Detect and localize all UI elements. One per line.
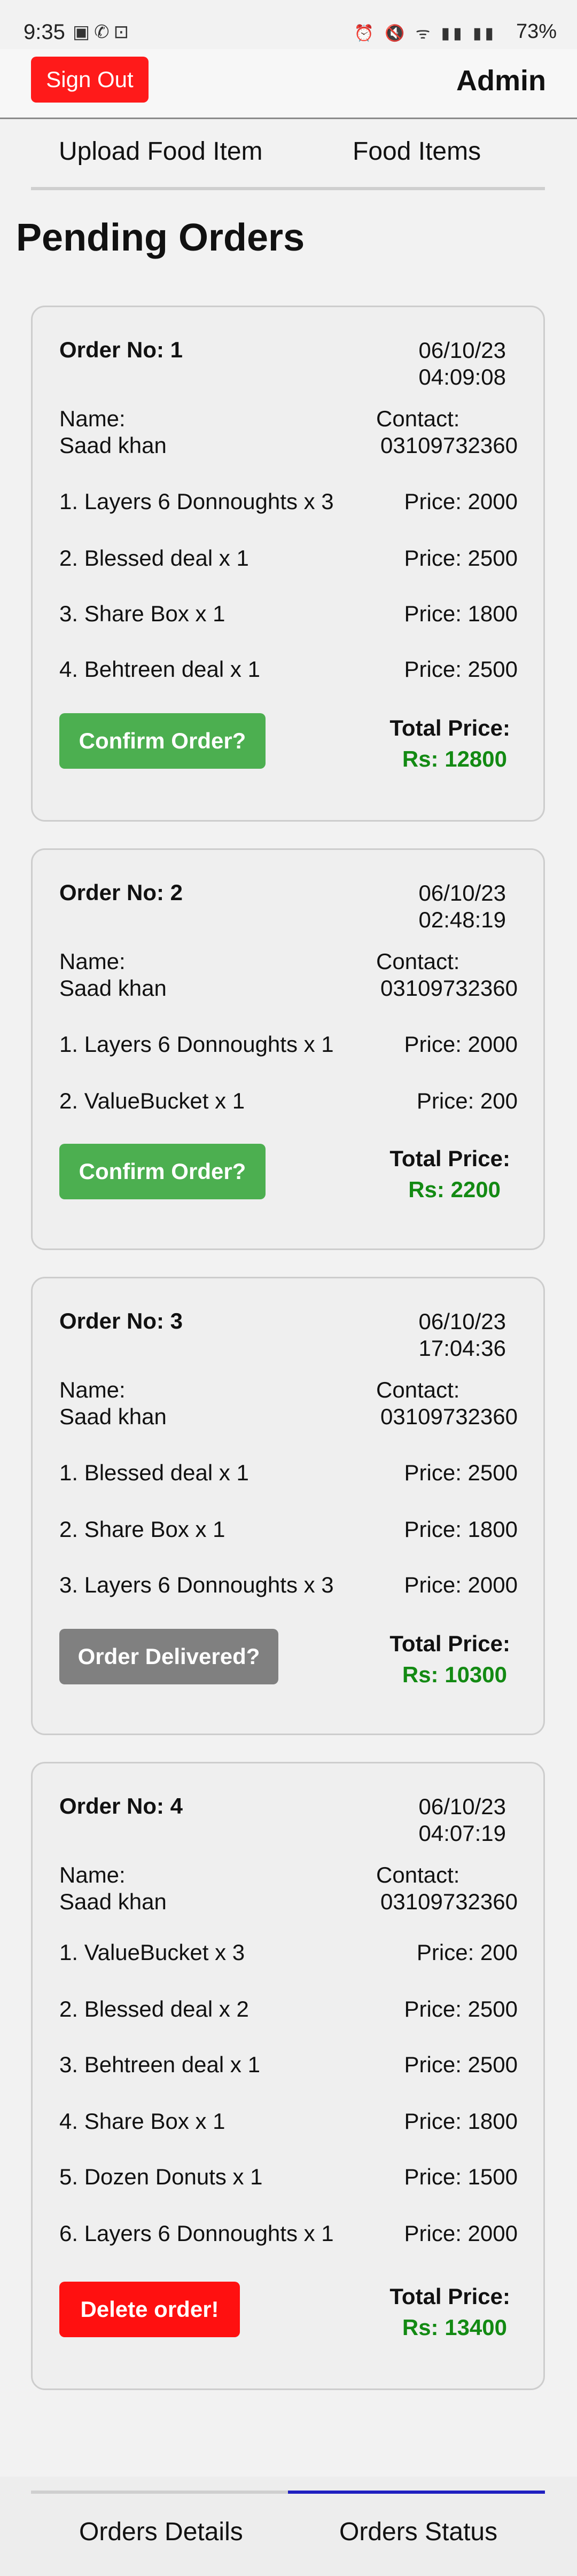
item-price: Price: 2500 bbox=[404, 545, 518, 571]
order-card: Order No: 1 06/10/23 04:09:08 Name: Saad k… bbox=[31, 306, 545, 822]
order-item: 1. Layers 6 Donnoughts x 1 bbox=[59, 1032, 334, 1057]
order-datetime: 06/10/23 17:04:36 bbox=[418, 1309, 506, 1361]
item-price: Price: 2500 bbox=[404, 1996, 518, 2021]
order-item: 5. Dozen Donuts x 1 bbox=[59, 2164, 263, 2189]
order-item: 2. Share Box x 1 bbox=[59, 1517, 225, 1542]
customer-name: Name: Saad khan bbox=[59, 406, 167, 458]
customer-name: Name: Saad khan bbox=[59, 1862, 167, 1914]
order-item: 1. ValueBucket x 3 bbox=[59, 1940, 245, 1965]
order-card: Order No: 3 06/10/23 17:04:36 Name: Saad k… bbox=[31, 1277, 545, 1735]
sign-out-button[interactable]: Sign Out bbox=[31, 57, 149, 103]
item-price: Price: 1500 bbox=[404, 2164, 518, 2189]
order-card: Order No: 4 06/10/23 04:07:19 Name: Saad k… bbox=[31, 1762, 545, 2390]
customer-contact: Contact: 03109732360 bbox=[376, 1862, 518, 1914]
page-title: Pending Orders bbox=[16, 216, 305, 259]
order-number: Order No: 4 bbox=[59, 1793, 183, 1818]
tab-orders-status[interactable]: Orders Status bbox=[339, 2517, 497, 2547]
order-item: 2. Blessed deal x 1 bbox=[59, 545, 249, 571]
order-item: 4. Share Box x 1 bbox=[59, 2109, 225, 2134]
confirm-order-button[interactable]: Confirm Order? bbox=[59, 713, 266, 769]
order-item: 3. Behtreen deal x 1 bbox=[59, 2052, 260, 2077]
total-price-value: Rs: 2200 bbox=[408, 1177, 501, 1202]
signal-icons: ⏰ 🔇 ᯤ ▮▮ ▮▮ bbox=[354, 25, 497, 42]
item-price: Price: 2500 bbox=[404, 657, 518, 682]
order-item: 3. Layers 6 Donnoughts x 3 bbox=[59, 1572, 334, 1597]
total-price-value: Rs: 13400 bbox=[402, 2315, 507, 2340]
order-item: 1. Layers 6 Donnoughts x 3 bbox=[59, 489, 334, 514]
customer-name: Name: Saad khan bbox=[59, 949, 167, 1001]
tab-indicator-active bbox=[288, 2491, 545, 2494]
item-price: Price: 1800 bbox=[404, 601, 518, 626]
total-price-label: Total Price: bbox=[389, 715, 510, 740]
item-price: Price: 2000 bbox=[404, 489, 518, 514]
order-card: Order No: 2 06/10/23 02:48:19 Name: Saad k… bbox=[31, 848, 545, 1250]
order-item: 2. ValueBucket x 1 bbox=[59, 1088, 245, 1113]
item-price: Price: 2500 bbox=[404, 2052, 518, 2077]
bottom-tabs: Orders Details Orders Status bbox=[0, 2477, 577, 2576]
customer-contact: Contact: 03109732360 bbox=[376, 406, 518, 458]
order-datetime: 06/10/23 04:07:19 bbox=[418, 1794, 506, 1846]
total-price-label: Total Price: bbox=[389, 2284, 510, 2309]
tab-indicator bbox=[31, 2491, 288, 2494]
status-time: 9:35 bbox=[24, 20, 65, 44]
order-delivered-button[interactable]: Order Delivered? bbox=[59, 1629, 278, 1684]
customer-name: Name: Saad khan bbox=[59, 1377, 167, 1429]
total-price-label: Total Price: bbox=[389, 1146, 510, 1171]
order-item: 2. Blessed deal x 2 bbox=[59, 1996, 249, 2021]
tab-food-items[interactable]: Food Items bbox=[353, 137, 481, 166]
battery-level: 73% bbox=[516, 20, 557, 43]
notification-icons: ▣✆⊡ bbox=[73, 22, 134, 42]
confirm-order-button[interactable]: Confirm Order? bbox=[59, 1144, 266, 1199]
item-price: Price: 1800 bbox=[404, 1517, 518, 1542]
tab-orders-details[interactable]: Orders Details bbox=[79, 2517, 243, 2547]
item-price: Price: 2000 bbox=[404, 2221, 518, 2246]
item-price: Price: 200 bbox=[416, 1088, 518, 1113]
order-number: Order No: 3 bbox=[59, 1308, 183, 1333]
order-datetime: 06/10/23 02:48:19 bbox=[418, 880, 506, 932]
delete-order-button[interactable]: Delete order! bbox=[59, 2282, 240, 2337]
order-number: Order No: 1 bbox=[59, 337, 183, 362]
order-item: 3. Share Box x 1 bbox=[59, 601, 225, 626]
item-price: Price: 200 bbox=[416, 1940, 518, 1965]
order-number: Order No: 2 bbox=[59, 880, 183, 905]
item-price: Price: 2000 bbox=[404, 1572, 518, 1597]
customer-contact: Contact: 03109732360 bbox=[376, 1377, 518, 1429]
total-price-value: Rs: 10300 bbox=[402, 1662, 507, 1687]
item-price: Price: 2500 bbox=[404, 1460, 518, 1485]
tab-upload-food-item[interactable]: Upload Food Item bbox=[59, 137, 263, 166]
total-price-label: Total Price: bbox=[389, 1631, 510, 1656]
order-item: 1. Blessed deal x 1 bbox=[59, 1460, 249, 1485]
user-role-label: Admin bbox=[456, 65, 546, 97]
order-item: 4. Behtreen deal x 1 bbox=[59, 657, 260, 682]
item-price: Price: 2000 bbox=[404, 1032, 518, 1057]
app-bar: Sign Out Admin bbox=[0, 49, 577, 119]
customer-contact: Contact: 03109732360 bbox=[376, 949, 518, 1001]
order-item: 6. Layers 6 Donnoughts x 1 bbox=[59, 2221, 334, 2246]
total-price-value: Rs: 12800 bbox=[402, 746, 507, 771]
top-tabs: Upload Food Item Food Items bbox=[31, 127, 545, 190]
order-datetime: 06/10/23 04:09:08 bbox=[418, 338, 506, 389]
item-price: Price: 1800 bbox=[404, 2109, 518, 2134]
